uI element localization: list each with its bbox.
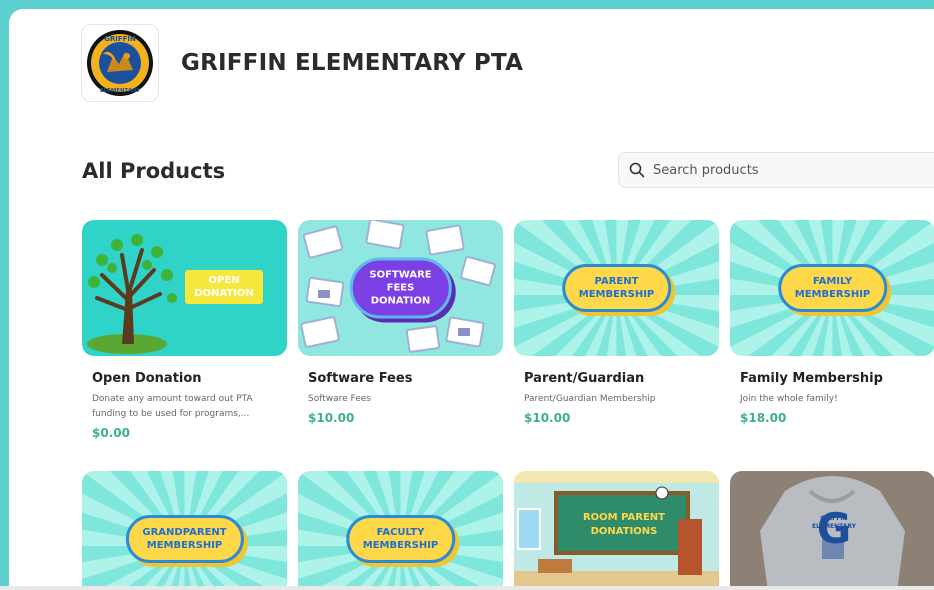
product-card-room-parent[interactable]: ROOM PARENT DONATIONS	[514, 471, 719, 590]
product-price: $18.00	[740, 411, 787, 425]
product-card-software-fees[interactable]: SOFTWARE FEES DONATION Software Fees Sof…	[298, 220, 503, 425]
product-image[interactable]: OPEN DONATION	[82, 220, 287, 356]
product-image-text: GRANDPARENT MEMBERSHIP	[125, 515, 244, 563]
product-card-open-donation[interactable]: OPEN DONATION Open Donation Donate any a…	[82, 220, 287, 440]
logo-ring-bottom-text: ELEMENTARY	[100, 88, 141, 94]
product-image-text: FAMILY MEMBERSHIP	[777, 264, 888, 312]
product-image-text: ROOM PARENT DONATIONS	[582, 512, 665, 537]
product-card-faculty[interactable]: FACULTY MEMBERSHIP	[298, 471, 503, 590]
product-name[interactable]: Open Donation	[82, 371, 287, 386]
search-bar[interactable]	[618, 152, 934, 188]
product-card-parent-guardian[interactable]: PARENT MEMBERSHIP Parent/Guardian Parent…	[514, 220, 719, 425]
product-name[interactable]: Parent/Guardian	[514, 371, 719, 386]
product-image[interactable]: FACULTY MEMBERSHIP	[298, 471, 503, 590]
product-description: Parent/Guardian Membership	[524, 394, 656, 404]
page: GRIFFIN ELEMENTARY GRIFFIN ELEMENTARY PT…	[9, 9, 934, 590]
product-description: Software Fees	[308, 394, 371, 404]
product-image-text: OPEN DONATION	[185, 270, 263, 304]
product-image[interactable]: G GRIFFIN ELEMENTARY	[730, 471, 934, 590]
store-header: GRIFFIN ELEMENTARY GRIFFIN ELEMENTARY PT…	[81, 24, 523, 102]
product-image[interactable]: FAMILY MEMBERSHIP	[730, 220, 934, 356]
section-title: All Products	[82, 159, 226, 183]
product-image[interactable]: GRANDPARENT MEMBERSHIP	[82, 471, 287, 590]
store-name: GRIFFIN ELEMENTARY PTA	[181, 50, 524, 76]
product-price: $0.00	[92, 426, 130, 440]
griffin-logo-icon: GRIFFIN ELEMENTARY	[87, 30, 153, 96]
product-image-text: GRIFFIN ELEMENTARY	[811, 515, 857, 530]
product-card-hoodie[interactable]: G GRIFFIN ELEMENTARY	[730, 471, 934, 590]
product-name[interactable]: Software Fees	[298, 371, 503, 386]
product-image-text: SOFTWARE FEES DONATION	[349, 257, 452, 319]
product-image[interactable]: ROOM PARENT DONATIONS	[514, 471, 719, 590]
scrollbar-track[interactable]	[0, 586, 934, 590]
search-input[interactable]	[653, 162, 913, 178]
product-card-family-membership[interactable]: FAMILY MEMBERSHIP Family Membership Join…	[730, 220, 934, 425]
search-icon	[629, 162, 645, 178]
logo-ring-top-text: GRIFFIN	[104, 35, 136, 43]
product-card-grandparent[interactable]: GRANDPARENT MEMBERSHIP	[82, 471, 287, 590]
product-image[interactable]: PARENT MEMBERSHIP	[514, 220, 719, 356]
product-price: $10.00	[524, 411, 571, 425]
product-image-text: FACULTY MEMBERSHIP	[345, 515, 456, 563]
store-logo[interactable]: GRIFFIN ELEMENTARY	[81, 24, 159, 102]
product-description: Join the whole family!	[740, 394, 838, 404]
product-price: $10.00	[308, 411, 355, 425]
product-image-text: PARENT MEMBERSHIP	[561, 264, 672, 312]
product-description: Donate any amount toward out PTA funding…	[92, 394, 253, 419]
product-image[interactable]: SOFTWARE FEES DONATION	[298, 220, 503, 356]
product-name[interactable]: Family Membership	[730, 371, 934, 386]
